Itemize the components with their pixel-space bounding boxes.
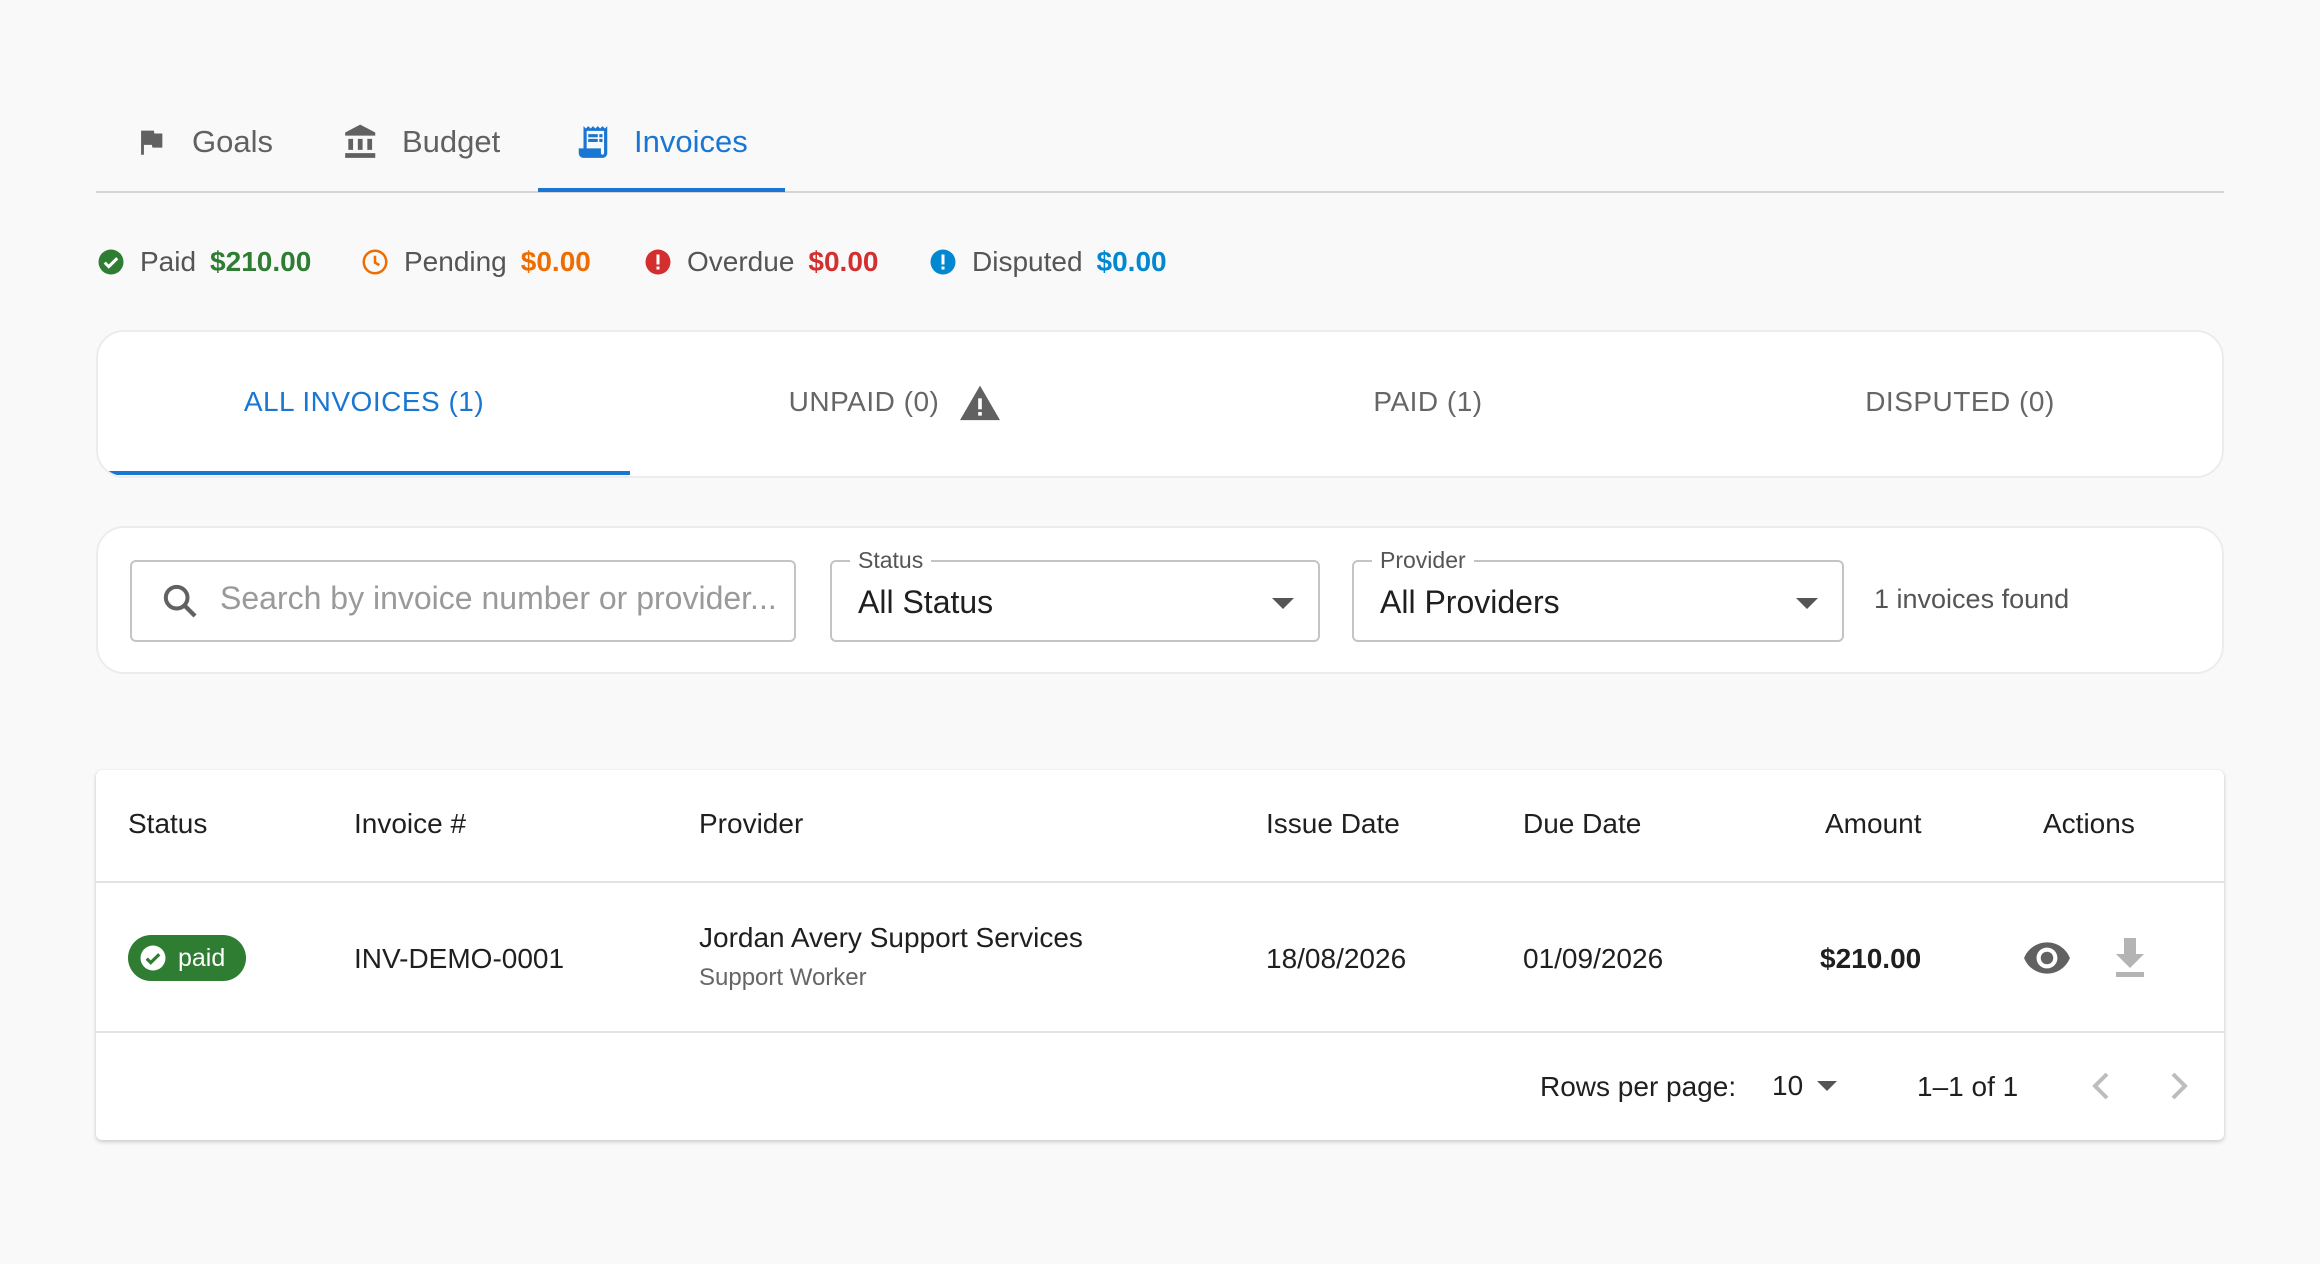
summary-pending: Pending $0.00 <box>360 242 591 282</box>
tab-invoices-label: Invoices <box>634 124 748 159</box>
column-header-provider[interactable]: Provider <box>699 808 803 840</box>
status-select[interactable]: Status All Status <box>830 547 1320 642</box>
summary-disputed-label: Disputed <box>972 246 1083 277</box>
status-select-label: Status <box>850 547 932 574</box>
chevron-down-icon <box>1817 1081 1838 1091</box>
pagination-range: 1–1 of 1 <box>1917 1071 2019 1102</box>
active-tab-indicator <box>538 188 785 192</box>
bank-icon <box>342 122 380 162</box>
results-count: 1 invoices found <box>1874 584 2070 614</box>
column-header-status[interactable]: Status <box>128 808 207 840</box>
column-header-amount[interactable]: Amount <box>1825 808 1922 840</box>
view-icon[interactable] <box>2022 938 2072 978</box>
summary-paid: Paid $210.00 <box>96 242 311 282</box>
row-divider <box>96 1031 2224 1033</box>
previous-page-icon[interactable] <box>2088 1068 2114 1104</box>
summary-overdue-label: Overdue <box>687 246 795 277</box>
summary-paid-label: Paid <box>140 246 197 277</box>
search-input[interactable] <box>220 580 780 617</box>
tab-unpaid-label: UNPAID (0) <box>788 386 940 417</box>
summary-overdue-value: $0.00 <box>808 246 879 277</box>
receipt-icon <box>574 122 612 162</box>
invoice-number: INV-DEMO-0001 <box>354 943 565 974</box>
summary-disputed-value: $0.00 <box>1096 246 1167 277</box>
column-header-actions: Actions <box>2043 808 2135 839</box>
tab-invoices[interactable]: Invoices <box>574 92 748 192</box>
summary-disputed: Disputed $0.00 <box>928 242 1167 282</box>
tab-all-invoices[interactable]: ALL INVOICES (1) <box>98 332 630 472</box>
check-circle-icon <box>98 249 124 275</box>
tab-unpaid[interactable]: UNPAID (0) <box>630 332 1162 472</box>
provider-select[interactable]: Provider All Providers <box>1352 547 1844 642</box>
filters-card: Status All Status Provider All Providers… <box>96 526 2224 674</box>
column-header-due-date[interactable]: Due Date <box>1523 808 1641 840</box>
flag-icon <box>132 122 170 162</box>
due-date: 01/09/2026 <box>1523 943 1664 974</box>
tab-budget-label: Budget <box>402 124 501 159</box>
invoice-tab-indicator <box>98 471 630 475</box>
invoice-amount: $210.00 <box>1820 943 1922 974</box>
tab-disputed-label: DISPUTED (0) <box>1865 386 2055 417</box>
download-icon[interactable] <box>2114 936 2146 980</box>
summary-overdue: Overdue $0.00 <box>643 242 878 282</box>
warning-icon <box>960 385 1001 421</box>
issue-date: 18/08/2026 <box>1266 943 1407 974</box>
tab-paid-label: PAID (1) <box>1373 386 1483 417</box>
tab-budget[interactable]: Budget <box>342 92 500 192</box>
provider-name: Jordan Avery Support Services <box>699 922 1083 953</box>
summary-paid-value: $210.00 <box>210 246 312 277</box>
tab-disputed[interactable]: DISPUTED (0) <box>1694 332 2222 472</box>
invoice-tabs-card: ALL INVOICES (1) UNPAID (0) PAID (1) DIS… <box>96 330 2224 478</box>
rows-per-page-label: Rows per page: <box>1540 1071 1737 1102</box>
tab-goals[interactable]: Goals <box>132 92 273 192</box>
status-select-value: All Status <box>858 584 994 620</box>
summary-pending-label: Pending <box>404 246 507 277</box>
column-header-issue-date[interactable]: Issue Date <box>1266 808 1400 840</box>
provider-role: Support Worker <box>699 964 867 991</box>
provider-select-value: All Providers <box>1380 584 1560 620</box>
tabs-divider <box>96 191 2224 193</box>
tab-paid[interactable]: PAID (1) <box>1162 332 1694 472</box>
header-divider <box>96 881 2224 883</box>
chevron-down-icon <box>1796 598 1818 609</box>
status-badge: paid <box>128 935 246 981</box>
clock-icon <box>362 249 388 275</box>
status-badge-label: paid <box>178 943 226 972</box>
tab-all-invoices-label: ALL INVOICES (1) <box>243 386 485 417</box>
provider-select-label: Provider <box>1372 547 1474 574</box>
tab-goals-label: Goals <box>192 124 273 159</box>
error-icon <box>645 249 671 275</box>
rows-per-page-value: 10 <box>1772 1070 1804 1101</box>
info-icon <box>930 249 956 275</box>
next-page-icon[interactable] <box>2166 1068 2192 1104</box>
rows-per-page-select[interactable]: 10 <box>1772 1066 1852 1106</box>
column-header-invoice-number[interactable]: Invoice # <box>354 808 466 840</box>
check-circle-icon <box>140 945 166 971</box>
search-field[interactable] <box>130 560 796 642</box>
chevron-down-icon <box>1272 598 1294 609</box>
search-icon <box>163 584 197 618</box>
summary-pending-value: $0.00 <box>520 246 591 277</box>
